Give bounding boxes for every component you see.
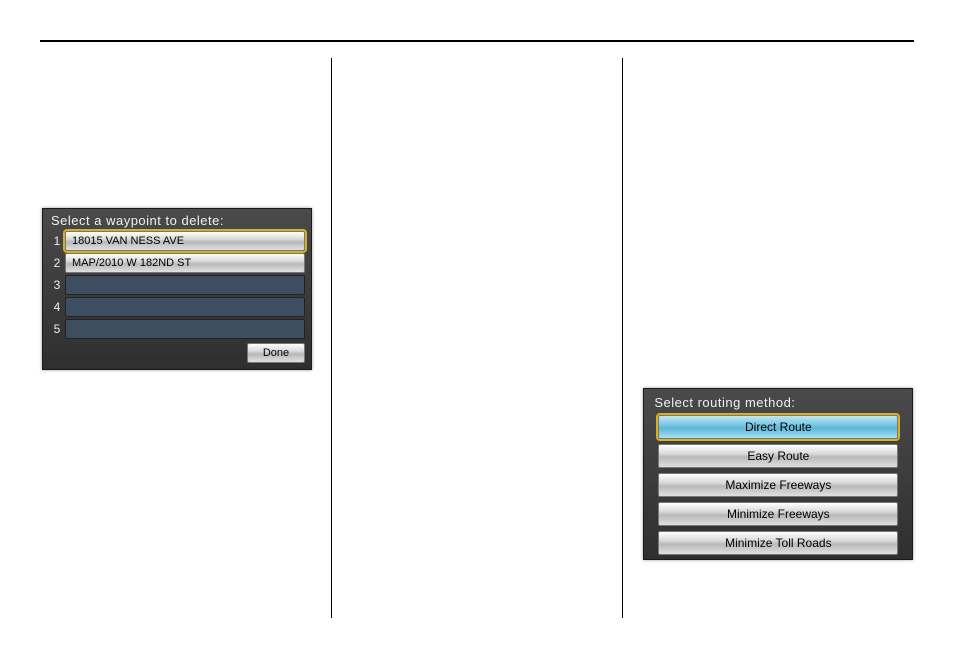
top-rule [40,40,914,42]
routing-method-title: Select routing method: [654,395,795,410]
waypoint-row-2-cell[interactable]: MAP/2010 W 182ND ST [65,253,305,273]
waypoint-row-1-cell[interactable]: 18015 VAN NESS AVE [65,231,305,251]
routing-option-maximize-freeways[interactable]: Maximize Freeways [658,473,898,497]
routing-option-direct-route[interactable]: Direct Route [658,415,898,439]
waypoint-row-3[interactable]: 3 [49,275,305,295]
columns: Select a waypoint to delete: 1 18015 VAN… [40,58,914,618]
routing-options: Direct Route Easy Route Maximize Freeway… [658,415,898,560]
waypoint-row-1-number: 1 [49,234,65,248]
column-3: Select routing method: Direct Route Easy… [622,58,914,618]
routing-method-screenshot: Select routing method: Direct Route Easy… [643,388,913,560]
waypoint-row-1[interactable]: 1 18015 VAN NESS AVE [49,231,305,251]
waypoint-row-2[interactable]: 2 MAP/2010 W 182ND ST [49,253,305,273]
waypoint-delete-screenshot: Select a waypoint to delete: 1 18015 VAN… [42,208,312,370]
waypoint-row-4-cell[interactable] [65,297,305,317]
routing-option-minimize-freeways[interactable]: Minimize Freeways [658,502,898,526]
waypoint-row-4-number: 4 [49,300,65,314]
waypoint-row-3-cell[interactable] [65,275,305,295]
waypoint-row-5-cell[interactable] [65,319,305,339]
routing-option-minimize-toll-roads[interactable]: Minimize Toll Roads [658,531,898,555]
page: Select a waypoint to delete: 1 18015 VAN… [0,0,954,652]
column-2 [331,58,623,618]
waypoint-row-5[interactable]: 5 [49,319,305,339]
waypoint-row-5-number: 5 [49,322,65,336]
waypoint-row-4[interactable]: 4 [49,297,305,317]
waypoint-list: 1 18015 VAN NESS AVE 2 MAP/2010 W 182ND … [49,231,305,341]
waypoint-row-3-number: 3 [49,278,65,292]
done-button[interactable]: Done [247,343,305,363]
routing-option-easy-route[interactable]: Easy Route [658,444,898,468]
waypoint-delete-title: Select a waypoint to delete: [51,213,224,228]
column-1: Select a waypoint to delete: 1 18015 VAN… [40,58,331,618]
waypoint-row-2-number: 2 [49,256,65,270]
